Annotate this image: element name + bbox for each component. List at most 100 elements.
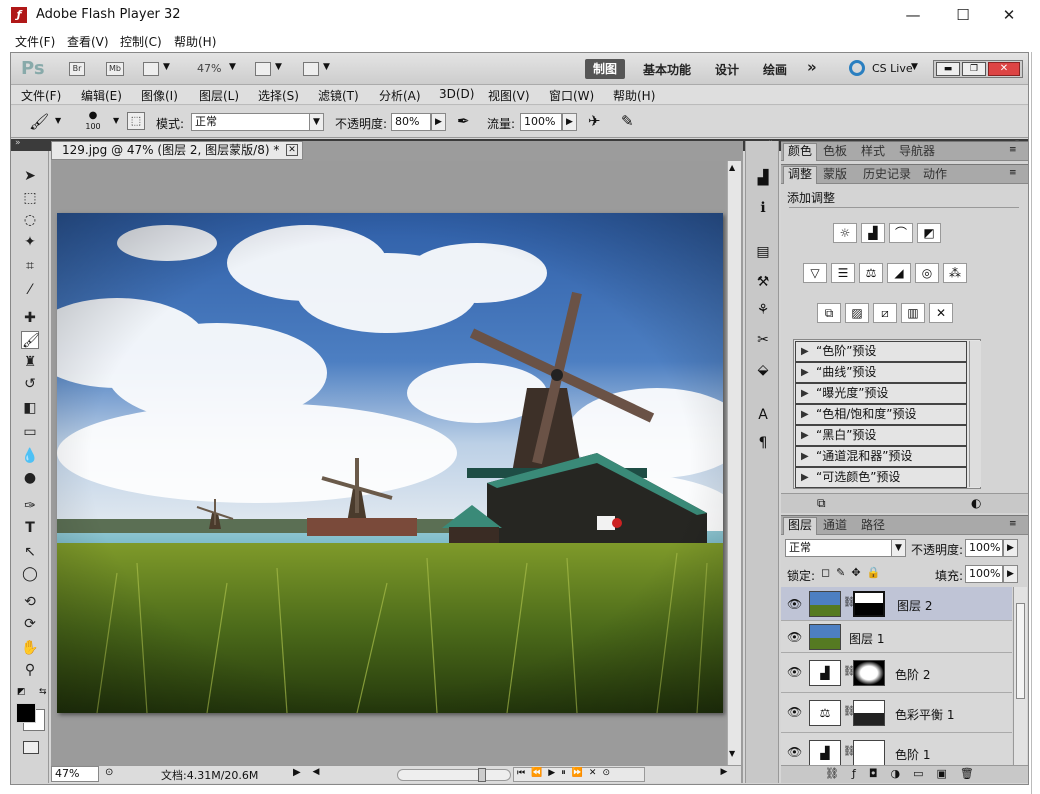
- zoom-level[interactable]: 47%: [197, 62, 221, 75]
- mini-bridge-button[interactable]: Mb: [106, 62, 124, 76]
- mask-thumbnail[interactable]: [853, 591, 885, 617]
- history-brush-tool-icon[interactable]: ↺: [21, 375, 39, 393]
- healing-brush-tool-icon[interactable]: ✚: [21, 309, 39, 327]
- tool-presets-icon[interactable]: ⚒: [754, 273, 772, 291]
- paragraph-icon[interactable]: ¶: [754, 434, 772, 452]
- arrange-documents-icon[interactable]: [255, 62, 271, 76]
- presets-scrollbar[interactable]: [969, 341, 981, 487]
- layer-row[interactable]: 👁 ▟ ⛓ 色阶 1: [781, 733, 1012, 767]
- panel-menu-icon[interactable]: ≡: [1009, 168, 1017, 178]
- collapse-icon[interactable]: »: [15, 138, 21, 148]
- chevron-down-icon[interactable]: ▼: [891, 539, 906, 557]
- clip-icon[interactable]: ⧉: [817, 496, 826, 511]
- airbrush-icon[interactable]: ✈: [588, 112, 601, 130]
- levels-icon[interactable]: ▟: [861, 223, 885, 243]
- preset-levels[interactable]: ▶ “色阶”预设: [795, 341, 967, 362]
- close-tab-icon[interactable]: ✕: [286, 144, 298, 156]
- brightness-contrast-icon[interactable]: ☼: [833, 223, 857, 243]
- tab-actions[interactable]: 动作: [919, 167, 951, 182]
- scroll-right-icon[interactable]: ▶: [715, 767, 733, 781]
- menu-file[interactable]: 文件(F): [21, 87, 61, 104]
- opacity-input[interactable]: 80%: [391, 113, 431, 131]
- flash-menu-help[interactable]: 帮助(H): [174, 33, 216, 50]
- chevron-down-icon[interactable]: ▼: [163, 62, 170, 72]
- menu-view[interactable]: 视图(V): [488, 87, 530, 104]
- 3d-icon[interactable]: ⬙: [754, 361, 772, 379]
- opacity-slider-button[interactable]: ▶: [431, 113, 446, 131]
- chevron-down-icon[interactable]: ▼: [55, 116, 61, 125]
- layer-row[interactable]: 👁 ▟ ⛓ 色阶 2: [781, 653, 1012, 693]
- fill-input[interactable]: 100%: [965, 565, 1003, 583]
- scroll-up-icon[interactable]: ▲: [729, 163, 735, 172]
- workspace-drafting[interactable]: 制图: [585, 59, 625, 79]
- panel-menu-icon[interactable]: ≡: [1009, 145, 1017, 155]
- chevron-down-icon[interactable]: ▼: [323, 62, 330, 72]
- hue-saturation-icon[interactable]: ☰: [831, 263, 855, 283]
- flash-menu-file[interactable]: 文件(F): [15, 33, 55, 50]
- tab-masks[interactable]: 蒙版: [819, 167, 851, 182]
- eye-icon[interactable]: 👁: [787, 665, 802, 679]
- menu-edit[interactable]: 编辑(E): [81, 87, 122, 104]
- menu-image[interactable]: 图像(I): [141, 87, 178, 104]
- posterize-icon[interactable]: ▨: [845, 303, 869, 323]
- threshold-icon[interactable]: ⧄: [873, 303, 897, 323]
- pressure-size-icon[interactable]: ✎: [621, 112, 634, 130]
- preset-exposure[interactable]: ▶ “曝光度”预设: [795, 383, 967, 404]
- blur-tool-icon[interactable]: 💧: [21, 447, 39, 465]
- blend-mode-select[interactable]: 正常: [785, 539, 893, 557]
- chevron-down-icon[interactable]: ▼: [309, 113, 324, 131]
- tab-styles[interactable]: 样式: [857, 144, 889, 159]
- layer-row[interactable]: 👁 ⛓ 图层 2: [781, 587, 1012, 621]
- brush-tool-icon[interactable]: 🖌: [21, 331, 40, 349]
- view-extras-icon[interactable]: [143, 62, 159, 76]
- menu-layer[interactable]: 图层(L): [199, 87, 239, 104]
- screen-mode-icon[interactable]: [303, 62, 319, 76]
- tab-history[interactable]: 历史记录: [859, 167, 915, 182]
- document-tab[interactable]: 129.jpg @ 47% (图层 2, 图层蒙版/8) * ✕: [51, 141, 303, 160]
- preset-selective-color[interactable]: ▶ “可选颜色”预设: [795, 467, 967, 488]
- menu-filter[interactable]: 滤镜(T): [318, 87, 359, 104]
- panel-menu-icon[interactable]: ≡: [1009, 519, 1017, 529]
- foreground-color-swatch[interactable]: [16, 703, 36, 723]
- marquee-tool-icon[interactable]: ⬚: [21, 189, 39, 207]
- playback-controls[interactable]: ⏮⏪▶⏸⏩✕⊙: [513, 767, 645, 782]
- fill-slider-button[interactable]: ▶: [1003, 565, 1018, 583]
- timeline-slider[interactable]: [397, 768, 511, 782]
- crop-tool-icon[interactable]: ⌗: [21, 257, 39, 275]
- tab-layers[interactable]: 图层: [783, 517, 818, 535]
- brush-panel-icon[interactable]: ✂: [754, 331, 772, 349]
- menu-window[interactable]: 窗口(W): [549, 87, 594, 104]
- channel-mixer-icon[interactable]: ⁂: [943, 263, 967, 283]
- layers-scrollbar[interactable]: [1013, 587, 1027, 765]
- ps-close-button[interactable]: ✕: [988, 62, 1020, 76]
- preset-black-white[interactable]: ▶ “黑白”预设: [795, 425, 967, 446]
- more-workspaces-button[interactable]: »: [807, 58, 817, 76]
- tab-swatches[interactable]: 色板: [819, 144, 851, 159]
- zoom-input[interactable]: 47%: [51, 766, 99, 782]
- menu-analysis[interactable]: 分析(A): [379, 87, 421, 104]
- eye-icon[interactable]: 👁: [787, 745, 802, 759]
- windmill-photo[interactable]: [57, 213, 723, 713]
- opacity-slider-button[interactable]: ▶: [1003, 539, 1018, 557]
- lock-icons[interactable]: ◻✎✥🔒: [821, 566, 886, 579]
- layers-footer-buttons[interactable]: ⛓ƒ◘◑▭▣🗑: [781, 765, 1028, 783]
- brush-panel-icon[interactable]: ⬚: [127, 112, 145, 130]
- zoom-tool-icon[interactable]: ⚲: [21, 661, 39, 679]
- histogram-icon[interactable]: ▟: [754, 169, 772, 187]
- brush-presets-icon[interactable]: ▤: [754, 243, 772, 261]
- menu-3d[interactable]: 3D(D): [439, 87, 474, 101]
- swap-colors-icon[interactable]: ⇆: [39, 687, 47, 697]
- menu-select[interactable]: 选择(S): [258, 87, 299, 104]
- menu-help[interactable]: 帮助(H): [613, 87, 655, 104]
- color-balance-icon[interactable]: ⚖: [859, 263, 883, 283]
- default-colors-icon[interactable]: ◩: [17, 687, 26, 697]
- vertical-scrollbar[interactable]: ▲ ▼: [727, 161, 741, 765]
- invert-icon[interactable]: ⧉: [817, 303, 841, 323]
- layer-row[interactable]: 👁 图层 1: [781, 621, 1012, 653]
- selective-color-icon[interactable]: ✕: [929, 303, 953, 323]
- preset-channel-mixer[interactable]: ▶ “通道混和器”预设: [795, 446, 967, 467]
- eye-icon[interactable]: 👁: [787, 597, 802, 611]
- workspace-design[interactable]: 设计: [715, 61, 739, 78]
- type-tool-icon[interactable]: T: [21, 519, 39, 537]
- scroll-thumb[interactable]: [1016, 603, 1025, 699]
